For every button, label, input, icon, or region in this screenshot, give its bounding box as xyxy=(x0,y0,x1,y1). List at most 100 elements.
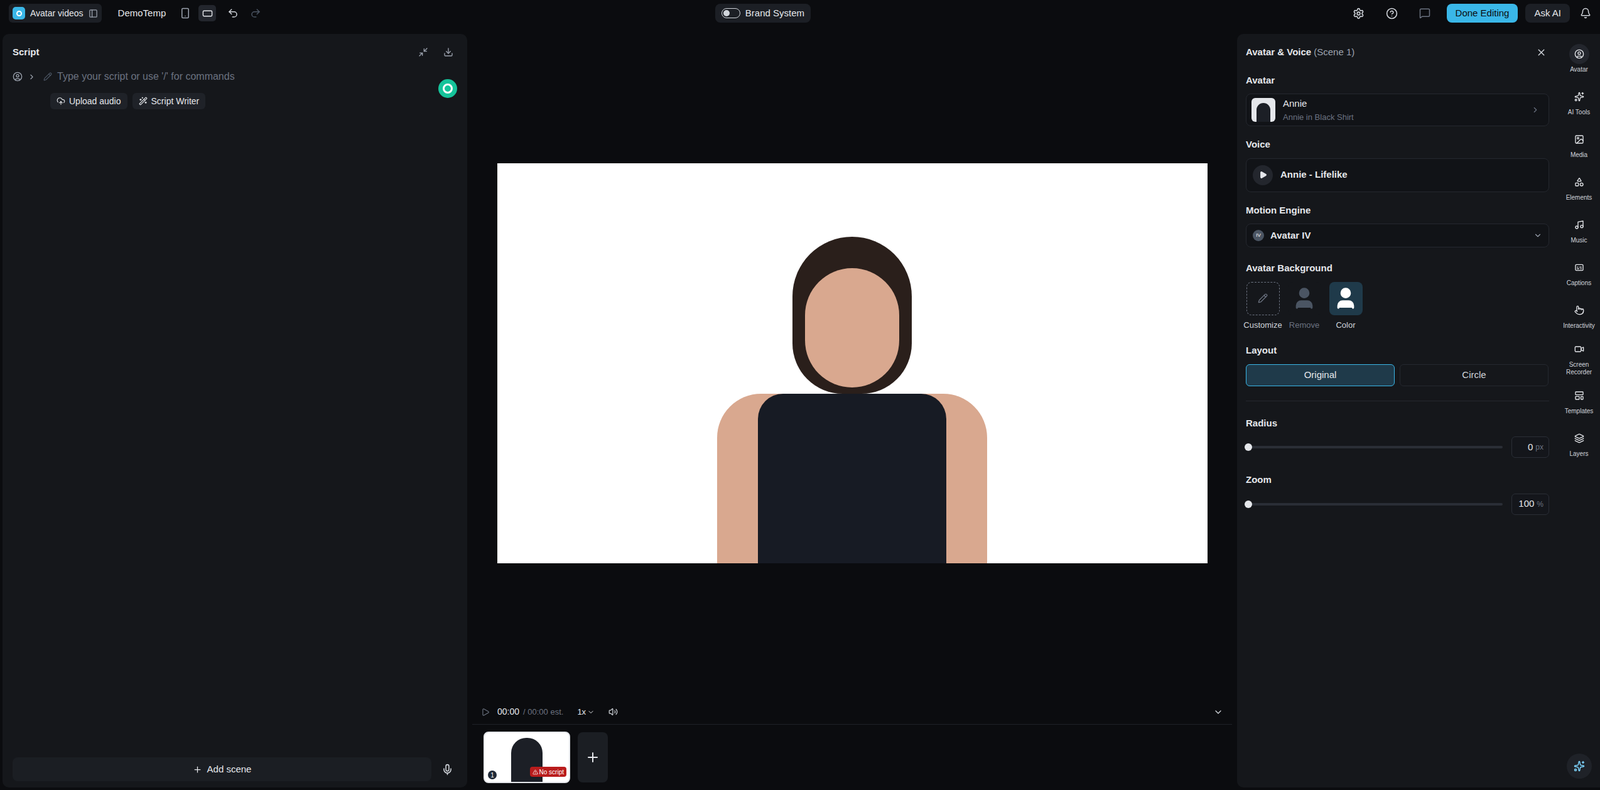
expand-icon[interactable] xyxy=(27,72,36,82)
grammarly-icon[interactable] xyxy=(438,79,458,98)
speed-button[interactable]: 1x xyxy=(577,705,595,719)
stage: 00:00/ 00:00 est.1x 1No script xyxy=(472,26,1233,790)
top-bar: Avatar videos DemoTemp Brand System Done Ed… xyxy=(0,0,1600,27)
rail-item[interactable]: Avatar xyxy=(1559,40,1599,77)
scene-thumbnail[interactable]: 1No script xyxy=(483,731,571,784)
layout-option[interactable]: Original xyxy=(1245,364,1395,387)
rail-item[interactable]: Templates xyxy=(1559,381,1599,419)
toggle-switch[interactable] xyxy=(721,8,741,19)
volume-icon[interactable] xyxy=(608,707,618,717)
zoom-control: Zoom 100% xyxy=(1245,472,1550,515)
background-options: CustomizeRemoveColor xyxy=(1245,281,1550,332)
portrait-icon[interactable] xyxy=(179,7,191,19)
script-tool-button[interactable]: Script Writer xyxy=(132,92,206,110)
rail-item[interactable]: Screen Recorder xyxy=(1559,339,1599,376)
canvas-area xyxy=(472,26,1233,700)
rail-item[interactable]: Captions xyxy=(1559,253,1599,291)
rail-item[interactable]: Layers xyxy=(1559,424,1599,461)
background-option[interactable]: Remove xyxy=(1287,281,1322,332)
export-icon[interactable] xyxy=(443,47,454,58)
chevron-down-icon xyxy=(587,708,595,716)
video-canvas[interactable] xyxy=(497,163,1208,564)
add-scene-button[interactable]: Add scene xyxy=(12,757,432,782)
slider-thumb[interactable] xyxy=(1244,443,1253,451)
rail-item[interactable]: Interactivity xyxy=(1559,296,1599,333)
collapse-timeline-icon[interactable] xyxy=(1213,707,1224,718)
close-icon[interactable] xyxy=(1535,47,1547,58)
section-label: Voice xyxy=(1245,137,1550,152)
warning-icon xyxy=(532,769,539,775)
motion-engine-dropdown[interactable]: IVAvatar IV xyxy=(1245,223,1550,248)
script-tool-button[interactable]: Upload audio xyxy=(50,92,128,110)
script-placeholder[interactable]: Type your script or use '/' for commands xyxy=(57,69,235,85)
upload-icon xyxy=(56,96,66,106)
landscape-button[interactable] xyxy=(198,5,217,22)
player-controls: 00:00/ 00:00 est.1x xyxy=(472,699,1233,725)
voice-play-button[interactable] xyxy=(1252,165,1273,186)
voice-card[interactable]: Annie - Lifelike xyxy=(1245,158,1550,193)
avatar-image xyxy=(717,236,988,564)
no-script-badge: No script xyxy=(529,766,567,777)
brand-system-toggle[interactable]: Brand System xyxy=(715,3,811,23)
plus-icon xyxy=(585,749,601,765)
play-icon[interactable] xyxy=(481,707,490,717)
rail-icon xyxy=(1574,344,1585,355)
help-icon[interactable] xyxy=(1385,7,1398,20)
add-scene-tile[interactable] xyxy=(577,732,608,783)
section-label: Avatar Background xyxy=(1245,261,1550,276)
section-label: Avatar xyxy=(1245,73,1550,88)
timeline: 1No script xyxy=(472,724,1233,790)
redo-icon[interactable] xyxy=(249,7,262,19)
current-time: 00:00 xyxy=(497,705,520,719)
section-label: Zoom xyxy=(1245,472,1550,488)
avatar-card[interactable]: AnnieAnnie in Black Shirt xyxy=(1245,93,1550,127)
panel-icon[interactable] xyxy=(88,8,98,19)
done-editing-button[interactable]: Done Editing xyxy=(1446,3,1519,23)
motion-badge: IV xyxy=(1252,229,1265,242)
plus-icon xyxy=(192,764,203,775)
customize-icon xyxy=(1257,293,1268,304)
play-icon xyxy=(1259,170,1268,179)
layout-option[interactable]: Circle xyxy=(1399,364,1549,387)
background-option[interactable]: Customize xyxy=(1245,281,1280,332)
slider-thumb[interactable] xyxy=(1244,500,1253,509)
rail-item[interactable]: Elements xyxy=(1559,168,1599,205)
chevron-right-icon xyxy=(1530,105,1540,115)
slider-track[interactable] xyxy=(1248,445,1503,449)
app-switcher[interactable]: Avatar videos xyxy=(8,3,102,23)
rail-icon xyxy=(1574,219,1585,230)
rail-item[interactable]: AI Tools xyxy=(1559,82,1599,120)
layout-options: OriginalCircle xyxy=(1245,364,1550,387)
properties-panel: Avatar & Voice(Scene 1)AvatarAnnieAnnie … xyxy=(1237,33,1558,788)
script-panel: Script Type your script or use '/' for co… xyxy=(2,33,468,788)
avatar-thumbnail xyxy=(1251,97,1276,122)
project-name[interactable]: DemoTemp xyxy=(118,6,167,21)
rail-icon xyxy=(1574,305,1585,316)
section-label: Radius xyxy=(1245,416,1550,431)
slider-track[interactable] xyxy=(1248,502,1503,506)
speaker-icon[interactable] xyxy=(12,71,23,82)
rail-icon xyxy=(1574,177,1585,188)
comments-icon[interactable] xyxy=(1419,7,1431,19)
slider-value-field[interactable]: 100% xyxy=(1511,493,1550,515)
collapse-icon[interactable] xyxy=(418,47,429,58)
script-title: Script xyxy=(12,45,40,60)
settings-icon[interactable] xyxy=(1352,7,1365,20)
rail-icon xyxy=(1574,390,1585,401)
app: Avatar videos DemoTemp Brand System Done Ed… xyxy=(0,0,1600,790)
chevron-down-icon xyxy=(1533,231,1543,240)
script-row[interactable]: Type your script or use '/' for commands xyxy=(12,69,458,85)
slider-value-field[interactable]: 0px xyxy=(1511,436,1550,458)
wand-icon xyxy=(138,96,148,106)
rail-item[interactable]: Media xyxy=(1559,125,1599,163)
notifications-icon[interactable] xyxy=(1579,7,1592,19)
undo-icon[interactable] xyxy=(227,7,239,19)
section-label: Layout xyxy=(1245,343,1550,358)
person-icon xyxy=(1333,285,1359,311)
assistant-button[interactable] xyxy=(1566,753,1592,779)
ask-ai-button[interactable]: Ask AI xyxy=(1525,3,1570,23)
background-option[interactable]: Color xyxy=(1328,281,1363,332)
microphone-icon[interactable] xyxy=(441,763,454,776)
section-label: Motion Engine xyxy=(1245,203,1550,218)
rail-item[interactable]: Music xyxy=(1559,210,1599,248)
